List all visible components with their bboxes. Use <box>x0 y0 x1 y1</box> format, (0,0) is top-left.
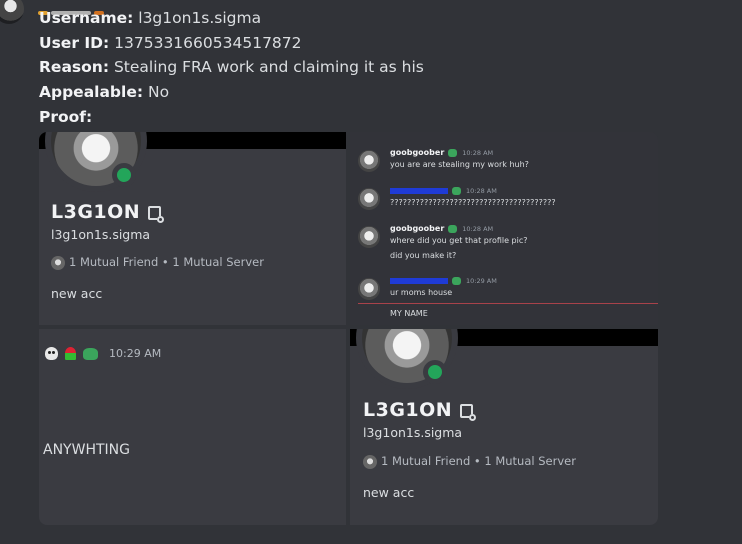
top-strip <box>38 0 158 15</box>
proof-image-grid: L3G1ON l3g1on1s.sigma 1 Mutual Friend • … <box>39 132 658 525</box>
mutuals: 1 Mutual Friend • 1 Mutual Server <box>51 255 264 270</box>
avatar <box>358 150 380 172</box>
author-avatar[interactable] <box>0 0 24 24</box>
username-field: Username: l3g1on1s.sigma <box>39 8 261 28</box>
avatar <box>358 278 380 300</box>
avatar <box>358 226 380 248</box>
redacted-username <box>390 277 448 284</box>
message-text: you are are stealing my work huh? <box>390 160 529 169</box>
proof-image-profile-2[interactable]: L3G1ON l3g1on1s.sigma 1 Mutual Friend • … <box>350 329 658 525</box>
separator-dot: • <box>473 454 481 468</box>
note-icon <box>148 205 165 223</box>
field-label: Reason: <box>39 58 110 76</box>
profile-handle: l3g1on1s.sigma <box>51 227 151 242</box>
appealable-field: Appealable: No <box>39 82 169 102</box>
author-name: goobgoober <box>390 148 445 157</box>
field-label: Proof: <box>39 108 93 126</box>
role-badge-icon <box>448 224 458 233</box>
reactions-row: 10:29 AM <box>45 347 161 360</box>
mutual-friend-label: 1 Mutual Friend <box>381 454 471 468</box>
profile-name: L3G1ON <box>51 201 165 223</box>
field-label: Appealable: <box>39 83 144 101</box>
note-icon <box>460 403 477 421</box>
mutual-friend-avatar <box>51 255 65 270</box>
profile-display-name: L3G1ON <box>363 399 453 421</box>
author-name: goobgoober <box>390 224 445 233</box>
reason-field: Reason: Stealing FRA work and claiming i… <box>39 57 424 77</box>
proof-image-reactions[interactable]: 10:29 AM ANYWHTING <box>39 329 346 525</box>
message-time: 10:28 AM <box>462 225 494 233</box>
field-label: Username: <box>39 9 134 27</box>
field-value: 1375331660534517872 <box>114 34 302 52</box>
profile-bio: new acc <box>363 485 415 500</box>
message-time: 10:28 AM <box>462 149 494 157</box>
user-id-field: User ID: 1375331660534517872 <box>39 33 302 53</box>
online-status-icon <box>112 163 136 187</box>
field-value: Stealing FRA work and claiming it as his <box>113 58 424 76</box>
message-author: goobgoober 10:28 AM <box>390 148 493 157</box>
message-text: did you make it? <box>390 251 457 260</box>
mutual-friend-label: 1 Mutual Friend <box>69 255 159 269</box>
message-text: ??????????????????????????????????????? <box>390 198 556 207</box>
new-messages-divider <box>358 303 658 304</box>
proof-image-profile-1[interactable]: L3G1ON l3g1on1s.sigma 1 Mutual Friend • … <box>39 132 346 325</box>
message-author: goobgoober 10:28 AM <box>390 224 493 233</box>
message-text: ur moms house <box>390 288 453 297</box>
field-label: User ID: <box>39 34 110 52</box>
redacted-username <box>390 187 448 194</box>
message-text: MY NAME <box>390 309 428 318</box>
rose-icon <box>65 347 76 360</box>
message-author: 10:29 AM <box>390 276 497 285</box>
message-time: 10:29 AM <box>109 347 162 360</box>
message-author: 10:28 AM <box>390 186 497 195</box>
role-badge-icon <box>452 276 461 285</box>
message-text: where did you get that profile pic? <box>390 236 528 245</box>
role-badge-icon <box>452 186 461 195</box>
proof-field: Proof: <box>39 107 92 127</box>
message-time: 10:29 AM <box>466 277 497 285</box>
online-status-icon <box>423 360 447 384</box>
message-time: 10:28 AM <box>466 187 497 195</box>
profile-bio: new acc <box>51 286 103 301</box>
profile-name: L3G1ON <box>363 399 477 421</box>
mutuals: 1 Mutual Friend • 1 Mutual Server <box>363 454 576 469</box>
mutual-server-label: 1 Mutual Server <box>484 454 576 468</box>
field-value: l3g1on1s.sigma <box>138 9 262 27</box>
avatar <box>358 188 380 210</box>
separator-dot: • <box>161 255 169 269</box>
frog-icon <box>83 347 98 360</box>
profile-display-name: L3G1ON <box>51 201 141 223</box>
field-value: No <box>148 83 170 101</box>
proof-image-chat[interactable]: goobgoober 10:28 AM you are are stealing … <box>350 132 658 325</box>
profile-handle: l3g1on1s.sigma <box>363 425 463 440</box>
mutual-server-label: 1 Mutual Server <box>172 255 264 269</box>
skull-icon <box>45 347 58 360</box>
role-badge-icon <box>448 148 458 157</box>
message-text: ANYWHTING <box>43 442 130 458</box>
mutual-friend-avatar <box>363 454 377 469</box>
